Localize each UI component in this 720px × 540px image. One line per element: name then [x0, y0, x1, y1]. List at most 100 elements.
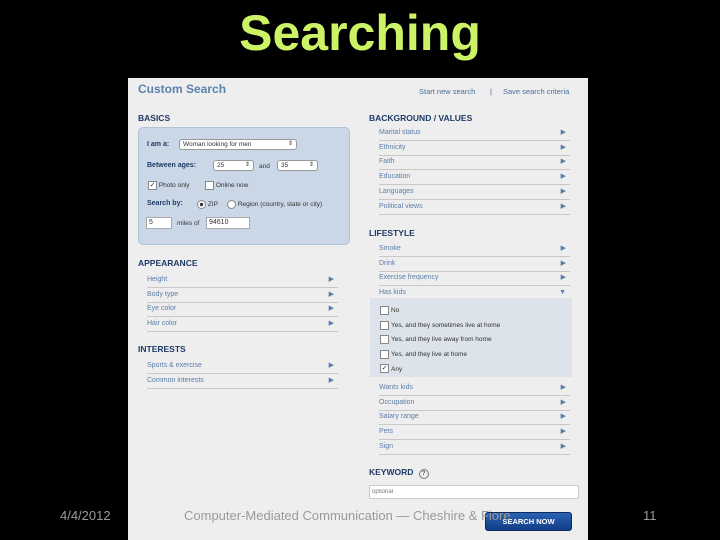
lifestyle-heading: LIFESTYLE — [369, 228, 415, 238]
filter-label: Education — [379, 173, 411, 181]
miles-input[interactable]: 5 — [146, 217, 172, 229]
page-title: Custom Search — [138, 82, 227, 96]
region-radio[interactable]: Region (country, state or city) — [227, 200, 322, 209]
searchby-label: Search by: — [147, 200, 183, 207]
expand-arrow-icon: ▶ — [328, 305, 334, 313]
basics-heading: BASICS — [138, 113, 171, 123]
filter-item-occupation[interactable]: Occupation ▶ — [379, 396, 570, 411]
expand-arrow-icon: ▶ — [560, 398, 566, 406]
expand-arrow-icon: ▶ — [560, 187, 566, 195]
option-label: Yes, and they sometimes live at home — [391, 321, 501, 329]
filter-item-marital-status[interactable]: Marital status ▶ — [379, 126, 570, 141]
expand-arrow-icon: ▶ — [328, 362, 334, 369]
photo-only-label: Photo only — [158, 182, 190, 190]
expand-arrow-icon: ▶ — [328, 376, 334, 384]
photo-only-checkbox[interactable]: ✓ Photo only — [148, 181, 190, 190]
has-kids-option[interactable]: No — [380, 306, 399, 315]
option-label: Yes, and they live away from home — [391, 336, 492, 344]
filter-item-common-interests[interactable]: Common interests ▶ — [147, 374, 338, 389]
slide-title: Searching — [239, 5, 481, 61]
online-now-checkbox[interactable]: Online now — [205, 181, 248, 190]
filter-item-body-type[interactable]: Body type ▶ — [147, 288, 338, 303]
and-label: and — [259, 163, 270, 170]
filter-item-education[interactable]: Education ▶ — [379, 170, 570, 186]
filter-item-salary-range[interactable]: Salary range ▶ — [379, 410, 570, 426]
help-icon[interactable]: ? — [418, 469, 429, 479]
age-max-select[interactable]: 35 ⇕ — [277, 160, 318, 171]
filter-label: Eye color — [147, 305, 177, 313]
expand-arrow-icon: ▶ — [328, 320, 334, 328]
filter-label: Occupation — [379, 398, 415, 406]
custom-search-screenshot: Custom Search Start new search | Save se… — [128, 78, 588, 540]
expand-arrow-icon: ▶ — [560, 384, 566, 391]
radio-selected-icon — [197, 200, 206, 209]
option-label: Yes, and they live at home — [391, 351, 468, 359]
save-search-criteria-link[interactable]: Save search criteria — [503, 87, 569, 96]
expand-arrow-icon: ▶ — [560, 143, 566, 151]
filter-item-pets[interactable]: Pets ▶ — [379, 425, 570, 441]
filter-item-eye-color[interactable]: Eye color ▶ — [147, 302, 338, 318]
has-kids-option[interactable]: ✓ Any — [380, 364, 402, 374]
select-arrows-icon: ⇕ — [287, 141, 293, 147]
online-now-label: Online now — [215, 182, 249, 190]
expand-arrow-icon: ▶ — [560, 413, 566, 421]
iam-select[interactable]: Woman looking for men ⇕ — [179, 139, 297, 150]
link-separator: | — [490, 87, 492, 96]
filter-item-wants-kids[interactable]: Wants kids ▶ — [379, 381, 570, 396]
checkbox-icon — [380, 349, 389, 359]
ages-label: Between ages: — [147, 162, 197, 169]
zip-input[interactable]: 94610 — [206, 217, 250, 229]
filter-item-languages[interactable]: Languages ▶ — [379, 185, 570, 200]
filter-item-drink[interactable]: Drink ▶ — [379, 257, 570, 272]
zip-radio[interactable]: ZIP — [197, 200, 218, 209]
miles-of-label: miles of — [177, 220, 200, 227]
slide-footer: Computer-Mediated Communication — Cheshi… — [184, 508, 511, 523]
keyword-input[interactable] — [369, 485, 579, 499]
expand-arrow-icon: ▶ — [560, 158, 566, 166]
basics-panel: I am a: Woman looking for men ⇕ Between a… — [138, 127, 350, 245]
has-kids-options: No Yes, and they sometimes live at home Ye… — [370, 298, 572, 377]
age-min-select[interactable]: 25 ⇕ — [213, 160, 254, 171]
expand-arrow-icon: ▶ — [560, 428, 566, 436]
filter-item-hair-color[interactable]: Hair color ▶ — [147, 317, 338, 333]
zip-label: ZIP — [207, 201, 218, 209]
age-max-value: 35 — [281, 162, 289, 169]
checkbox-checked-icon: ✓ — [380, 364, 389, 374]
filter-label: Languages — [379, 187, 414, 195]
expand-arrow-icon: ▶ — [560, 274, 566, 282]
filter-item-ethnicity[interactable]: Ethnicity ▶ — [379, 141, 570, 156]
iam-value: Woman looking for men — [183, 141, 252, 148]
select-arrows-icon: ⇕ — [244, 162, 250, 168]
filter-item-political-views[interactable]: Political views ▶ — [379, 200, 570, 215]
select-arrows-icon: ⇕ — [308, 162, 314, 168]
appearance-heading: APPEARANCE — [138, 258, 198, 268]
filter-label: Height — [147, 276, 168, 283]
has-kids-option[interactable]: Yes, and they live away from home — [380, 335, 492, 345]
expand-arrow-icon: ▶ — [560, 259, 566, 267]
radio-icon — [227, 200, 236, 209]
checkbox-icon — [380, 306, 389, 315]
filter-item-sports-exercise[interactable]: Sports & exercise ▶ — [147, 359, 338, 374]
checkbox-icon — [380, 335, 389, 345]
keyword-label: KEYWORD — [369, 467, 414, 477]
start-new-search-link[interactable]: Start new search — [419, 87, 475, 96]
expand-arrow-icon: ▶ — [560, 245, 566, 252]
filter-item-faith[interactable]: Faith ▶ — [379, 155, 570, 171]
region-label: Region (country, state or city) — [237, 201, 323, 209]
expand-arrow-icon: ▶ — [560, 202, 566, 210]
expand-arrow-icon: ▶ — [560, 442, 566, 450]
has-kids-option[interactable]: Yes, and they live at home — [380, 349, 468, 359]
has-kids-option[interactable]: Yes, and they sometimes live at home — [380, 320, 501, 330]
filter-label: Marital status — [379, 129, 421, 136]
filter-item-smoke[interactable]: Smoke ▶ — [379, 242, 570, 257]
keyword-heading: KEYWORD ? — [369, 467, 429, 479]
filter-label: Faith — [379, 158, 395, 166]
filter-item-sign[interactable]: Sign ▶ — [379, 440, 570, 455]
slide-date: 4/4/2012 — [60, 508, 111, 523]
filter-label: Common interests — [147, 376, 204, 384]
filter-item-height[interactable]: Height ▶ — [147, 273, 338, 288]
filter-label: Drink — [379, 259, 396, 267]
filter-label: Political views — [379, 202, 423, 210]
expand-arrow-icon: ▶ — [328, 290, 334, 298]
filter-item-exercise-frequency[interactable]: Exercise frequency ▶ — [379, 271, 570, 287]
